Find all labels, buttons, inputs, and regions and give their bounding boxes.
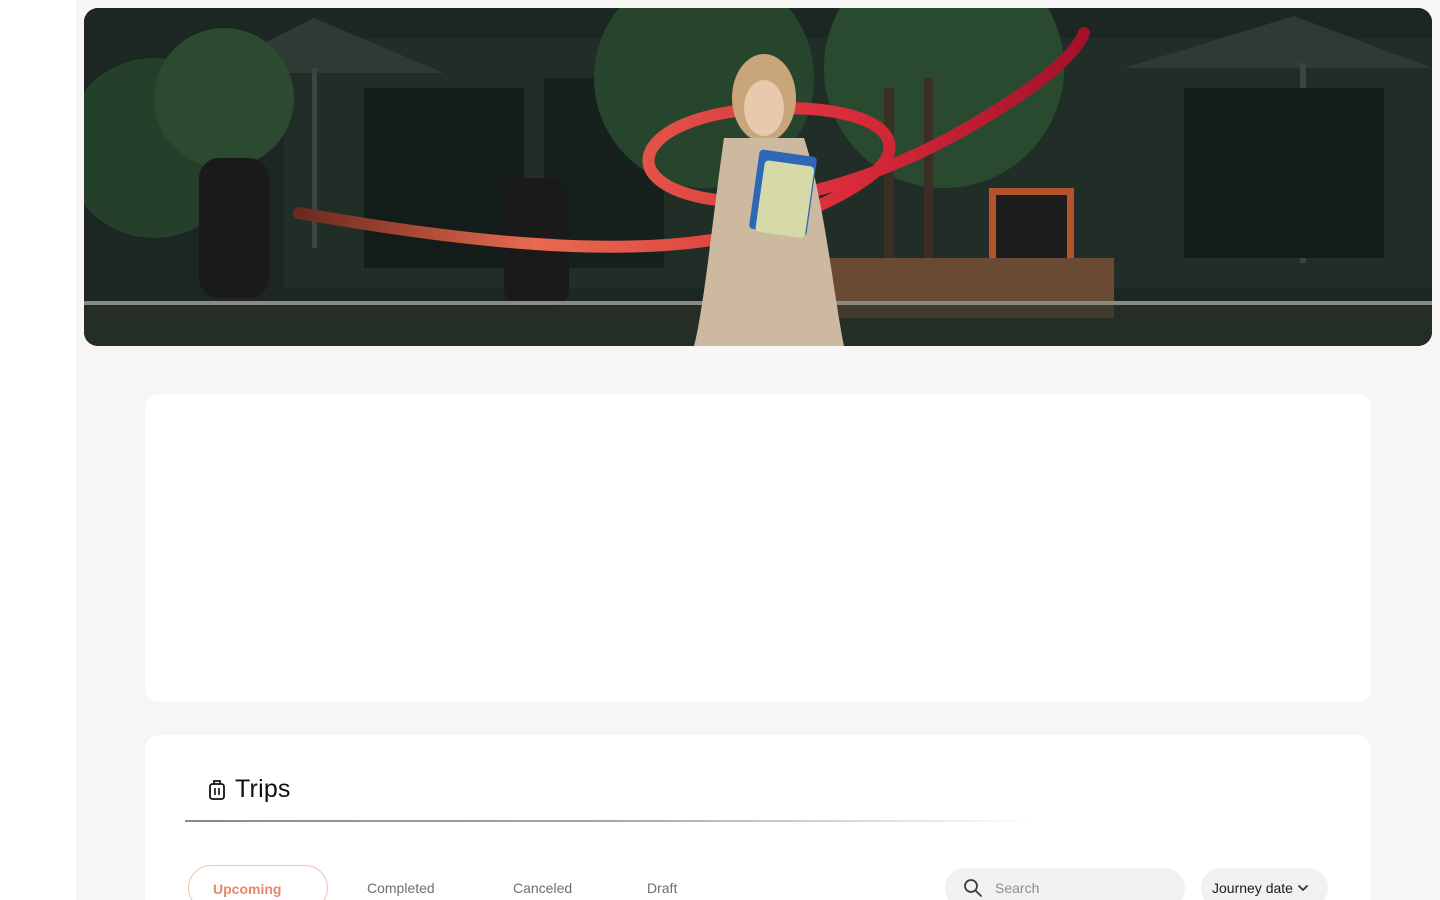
search-input[interactable] bbox=[993, 879, 1177, 897]
summary-card bbox=[145, 394, 1371, 702]
left-rail bbox=[0, 0, 76, 900]
trips-title: Trips bbox=[235, 775, 291, 803]
sort-dropdown[interactable]: Journey date bbox=[1201, 868, 1328, 900]
tab-canceled[interactable]: Canceled bbox=[513, 865, 572, 900]
search-icon bbox=[963, 878, 983, 898]
sort-label: Journey date bbox=[1212, 880, 1293, 896]
search-box[interactable] bbox=[945, 868, 1185, 900]
chevron-down-icon bbox=[1297, 882, 1309, 894]
trips-divider bbox=[185, 820, 1035, 822]
trips-card: Trips Upcoming Completed Canceled Draft … bbox=[145, 735, 1371, 900]
tab-upcoming[interactable]: Upcoming bbox=[188, 865, 328, 900]
trips-header: Trips bbox=[207, 775, 291, 804]
tab-completed[interactable]: Completed bbox=[367, 865, 435, 900]
hero-banner bbox=[84, 8, 1432, 346]
luggage-icon bbox=[207, 778, 227, 802]
hero-image bbox=[84, 8, 1432, 346]
tab-draft[interactable]: Draft bbox=[647, 865, 677, 900]
main-content: Trips Upcoming Completed Canceled Draft … bbox=[76, 0, 1440, 900]
